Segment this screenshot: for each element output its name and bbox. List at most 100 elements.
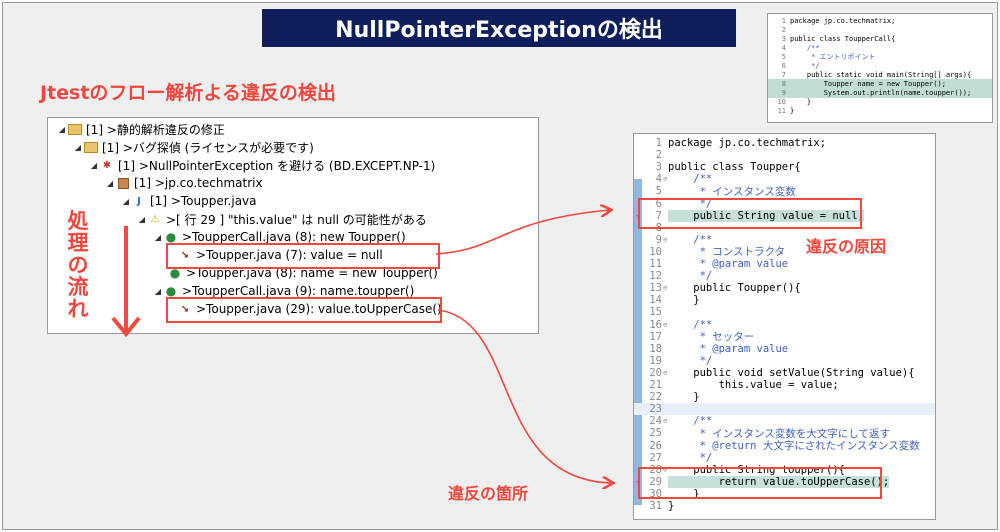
- cause-callout: 違反の原因: [806, 237, 887, 256]
- toupper-code-editor[interactable]: 1 package jp.co.techmatrix; 2 3 public class…: [633, 133, 936, 520]
- code-text: * @param value: [668, 342, 789, 355]
- tree-node-label: >[ 行 29 ] "this.value" は null の可能性がある: [166, 212, 427, 227]
- code-line[interactable]: 27 */: [634, 452, 935, 464]
- violation-node-highlight: [166, 297, 442, 323]
- expand-arrow-icon[interactable]: ◢: [120, 197, 132, 206]
- toupper-call-code-thumbnail: 1 package jp.co.techmatrix; 2 3 public cla…: [767, 13, 993, 123]
- line-number: 31: [649, 500, 662, 512]
- tree-node-label: >ToupperCall.java (9): name.toupper(): [182, 284, 415, 298]
- code-line[interactable]: 19 */: [634, 355, 935, 367]
- line-number: 18: [649, 342, 662, 355]
- bug-icon: ✱: [102, 159, 112, 171]
- line-number: 16: [649, 318, 662, 331]
- code-line[interactable]: 23: [634, 403, 935, 416]
- code-line: 11}: [777, 107, 795, 115]
- code-line[interactable]: 21 this.value = value;: [634, 379, 935, 391]
- tree-node[interactable]: ◢ ✱ [1] >NullPointerException を避ける (BD.E…: [88, 156, 435, 174]
- line-number: 12: [649, 270, 662, 283]
- java-file-icon: J: [137, 195, 141, 207]
- line-number: 26: [649, 439, 662, 452]
- line-number: 10: [649, 245, 662, 258]
- warning-icon: ⚠: [150, 213, 160, 225]
- expand-arrow-icon[interactable]: ◢: [136, 215, 148, 224]
- tree-node-label: [1] >バグ探偵 (ライセンスが必要です): [102, 140, 314, 155]
- code-text: public class Toupper{: [668, 161, 801, 174]
- code-text: public void setValue(String value){: [668, 366, 915, 379]
- code-line[interactable]: 31}: [634, 500, 935, 512]
- code-line[interactable]: 10 * コンストラクタ: [634, 245, 935, 259]
- line-number: 17: [649, 330, 662, 343]
- line-number: 23: [649, 403, 662, 416]
- line-number: 11: [649, 258, 662, 270]
- flow-label-char: の: [67, 253, 89, 277]
- code-text: public Toupper(){: [668, 282, 801, 295]
- expand-arrow-icon[interactable]: ◢: [72, 143, 84, 152]
- code-text: package jp.co.techmatrix;: [668, 137, 827, 149]
- code-line[interactable]: 1 package jp.co.techmatrix;: [634, 137, 935, 149]
- flow-label-char: 処: [67, 209, 89, 233]
- tree-node[interactable]: ◢ [1] >静的解析違反の修正: [56, 120, 225, 138]
- expand-arrow-icon[interactable]: ◢: [152, 287, 164, 296]
- flow-point-icon: ●: [165, 230, 177, 244]
- tree-node[interactable]: ◢ ⚠ >[ 行 29 ] "this.value" は null の可能性があ…: [136, 210, 427, 228]
- code-line[interactable]: 14 }: [634, 294, 935, 306]
- tree-node-label: [1] >NullPointerException を避ける (BD.EXCEP…: [118, 158, 436, 173]
- expand-arrow-icon[interactable]: ◢: [56, 125, 68, 134]
- line-number: 5: [655, 185, 662, 198]
- tree-node[interactable]: ◢ [1] >バグ探偵 (ライセンスが必要です): [72, 138, 314, 156]
- line-number: 15: [649, 306, 662, 319]
- line-number: 22: [649, 391, 662, 404]
- code-text: */: [668, 451, 713, 464]
- expand-arrow-icon[interactable]: ◢: [104, 179, 116, 188]
- tree-node-label: [1] >静的解析違反の修正: [86, 122, 225, 137]
- flow-label-char: れ: [67, 297, 89, 321]
- tree-node-label: >ToupperCall.java (8): new Toupper(): [182, 230, 406, 244]
- package-icon: [117, 177, 129, 189]
- line-number: 21: [649, 379, 662, 391]
- code-line[interactable]: 3 public class Toupper{: [634, 161, 935, 173]
- code-line[interactable]: 18 * @param value: [634, 343, 935, 355]
- code-line[interactable]: 2: [634, 149, 935, 161]
- line-number: 3: [655, 161, 662, 174]
- code-line[interactable]: 15: [634, 306, 935, 318]
- line-number: 1: [655, 137, 662, 149]
- code-text: this.value = value;: [668, 379, 839, 391]
- code-line[interactable]: 13 ⊖ public Toupper(){: [634, 282, 935, 294]
- code-line[interactable]: 26 * @return 大文字にされたインスタンス変数: [634, 439, 935, 453]
- code-line[interactable]: 11 * @param value: [634, 258, 935, 270]
- line-number: 19: [649, 354, 662, 367]
- line-number: 13: [649, 282, 662, 295]
- flow-label-char: 理: [67, 231, 89, 255]
- folder-icon: [84, 141, 98, 153]
- flow-point-icon: ●: [165, 284, 177, 298]
- location-callout: 違反の箇所: [448, 484, 529, 503]
- code-line[interactable]: 5 * インスタンス変数: [634, 185, 935, 198]
- slide-title: NullPointerExceptionの検出: [262, 9, 736, 47]
- code-text: * @param value: [668, 258, 789, 270]
- line-number: 9: [655, 233, 662, 246]
- code-text: }: [668, 391, 700, 404]
- code-line[interactable]: 12 */: [634, 270, 935, 282]
- code-text: */: [668, 354, 713, 367]
- cause-line-highlight: [638, 198, 862, 229]
- cause-node-highlight: [166, 243, 440, 269]
- code-line[interactable]: 22 }: [634, 391, 935, 403]
- code-text: }: [668, 500, 675, 512]
- line-number: 2: [655, 149, 662, 162]
- violation-line-highlight: [638, 467, 882, 499]
- code-line[interactable]: 20 ⊖ public void setValue(String value){: [634, 367, 935, 379]
- tree-node[interactable]: ◢ [1] >jp.co.techmatrix: [104, 174, 263, 192]
- line-number: 25: [649, 427, 662, 440]
- expand-arrow-icon[interactable]: ◢: [152, 233, 164, 242]
- line-number: 27: [649, 451, 662, 464]
- tree-node-label: [1] >jp.co.techmatrix: [134, 176, 263, 190]
- code-line[interactable]: 17 * セッター: [634, 330, 935, 344]
- code-text: }: [668, 294, 700, 307]
- expand-arrow-icon[interactable]: ◢: [88, 161, 100, 170]
- tree-node[interactable]: ◢ J [1] >Toupper.java: [120, 192, 257, 210]
- line-number: 20: [649, 366, 662, 379]
- flow-label-char: 流: [67, 275, 89, 299]
- line-number: 24: [649, 415, 662, 428]
- flow-label: 処 理 の 流 れ: [62, 210, 94, 320]
- folder-icon: [68, 123, 82, 135]
